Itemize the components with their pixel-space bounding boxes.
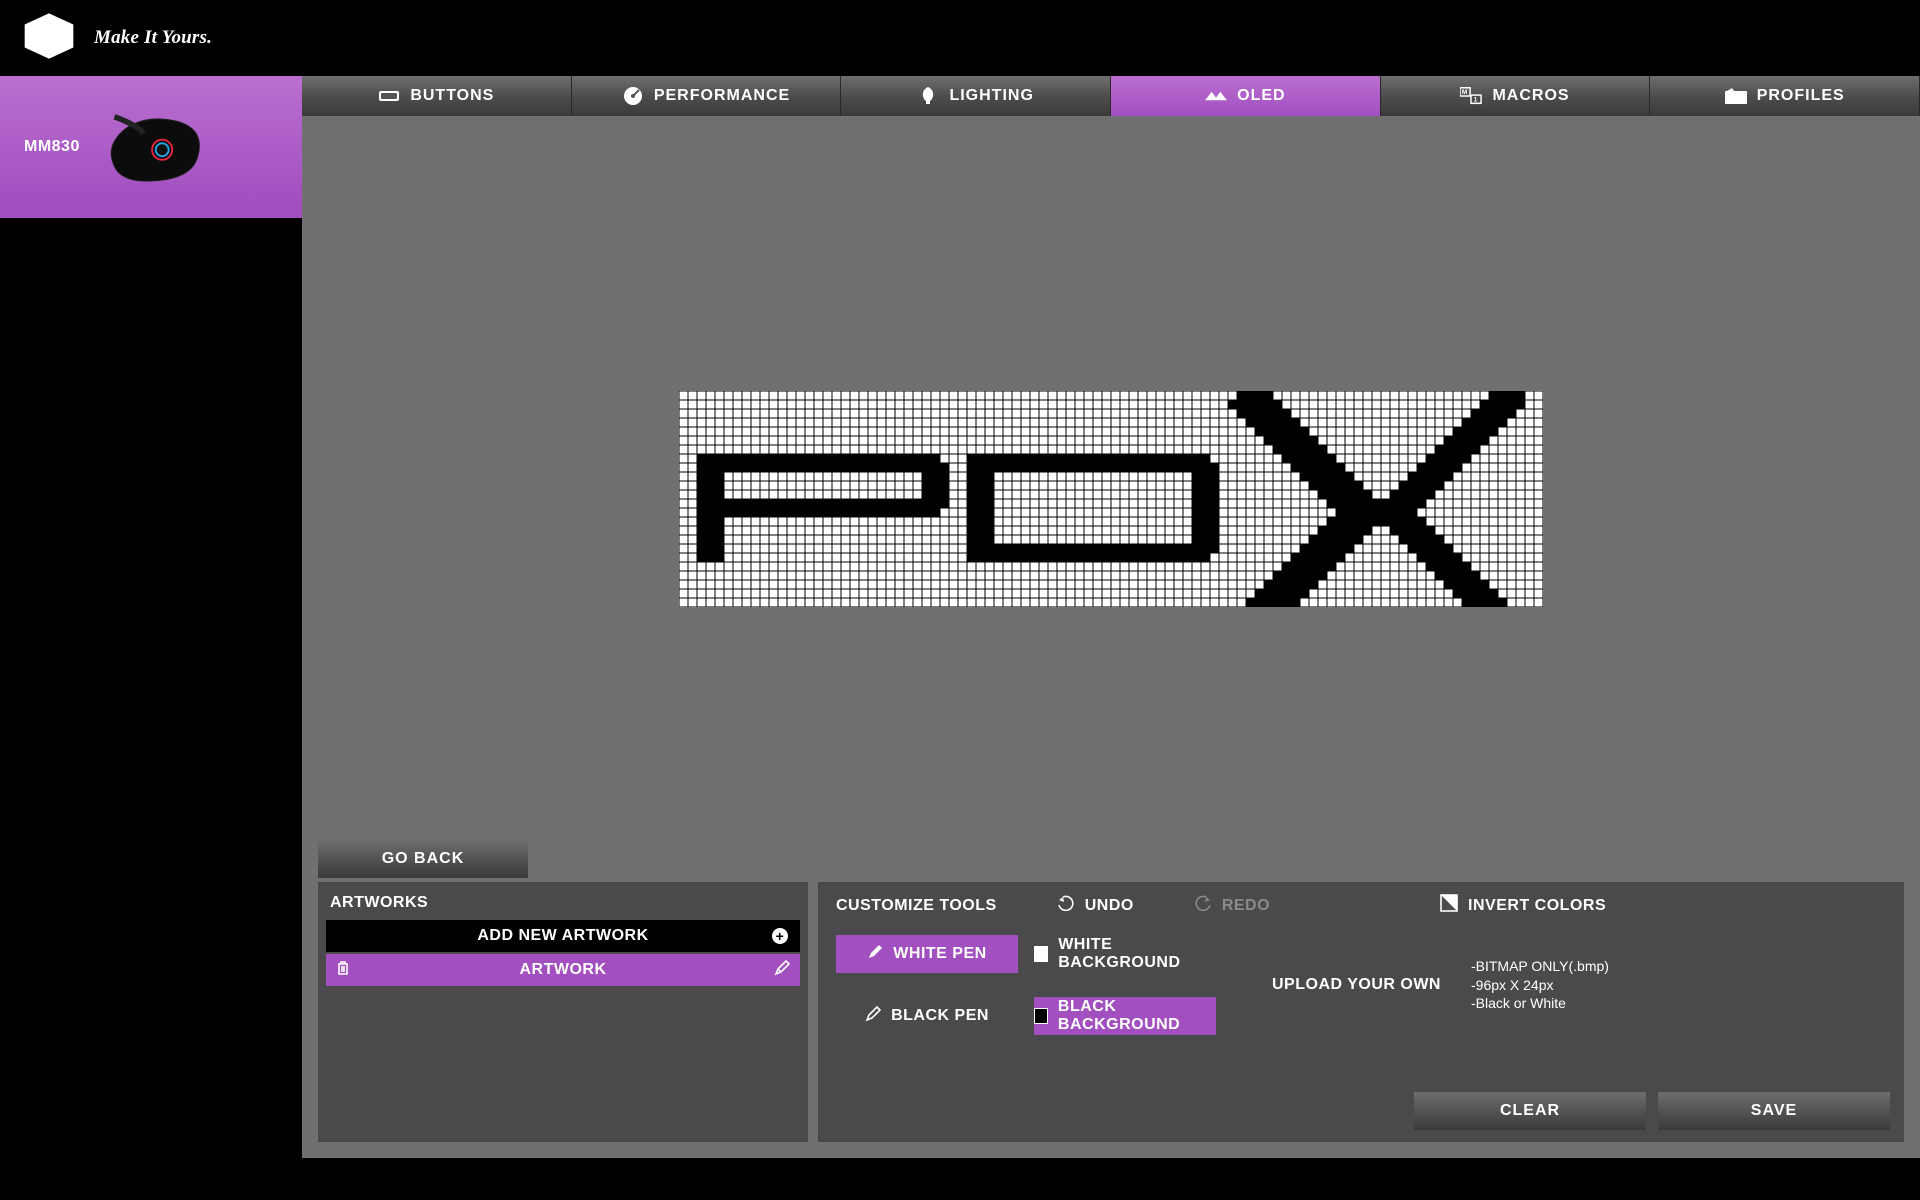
oled-canvas-area	[302, 116, 1920, 882]
tab-lighting[interactable]: LIGHTING	[841, 76, 1111, 116]
black-bg-label: BLACK BACKGROUND	[1058, 998, 1216, 1034]
customize-tools-panel: CUSTOMIZE TOOLS UNDO REDO INVERT COLORS	[818, 882, 1904, 1142]
artworks-heading: ARTWORKS	[324, 890, 802, 920]
svg-text:1: 1	[1474, 97, 1478, 104]
artwork-item[interactable]: ARTWORK	[326, 954, 800, 986]
add-new-artwork-button[interactable]: ADD NEW ARTWORK +	[326, 920, 800, 952]
upload-note: 96px X 24px	[1471, 976, 1609, 995]
tab-label: PROFILES	[1757, 87, 1845, 105]
device-card[interactable]: MM830	[0, 76, 302, 218]
oled-tab-icon	[1205, 86, 1227, 106]
tab-buttons[interactable]: BUTTONS	[302, 76, 572, 116]
lighting-tab-icon	[917, 86, 939, 106]
svg-text:COOLER: COOLER	[24, 26, 68, 37]
svg-text:M: M	[1462, 89, 1468, 96]
black-pen-label: BLACK PEN	[891, 1007, 989, 1025]
pencil-icon[interactable]	[774, 960, 790, 981]
pen-icon	[867, 944, 883, 965]
tab-oled[interactable]: OLED	[1111, 76, 1381, 116]
profiles-tab-icon	[1725, 86, 1747, 106]
tab-label: LIGHTING	[949, 87, 1033, 105]
add-new-artwork-label: ADD NEW ARTWORK	[477, 927, 648, 945]
white-pen-label: WHITE PEN	[893, 945, 986, 963]
oled-pixel-canvas[interactable]	[679, 391, 1543, 607]
buttons-tab-icon	[378, 86, 400, 106]
tab-label: MACROS	[1492, 87, 1569, 105]
save-button[interactable]: SAVE	[1658, 1092, 1890, 1130]
upload-note: BITMAP ONLY(.bmp)	[1471, 957, 1609, 976]
go-back-button[interactable]: GO BACK	[318, 840, 528, 878]
invert-icon	[1440, 894, 1458, 917]
tab-label: BUTTONS	[410, 87, 494, 105]
undo-label: UNDO	[1085, 897, 1134, 915]
artwork-item-label: ARTWORK	[519, 961, 606, 979]
brand-bar: COOLER MASTER Make It Yours.	[0, 0, 1920, 76]
undo-icon	[1057, 895, 1075, 916]
brand-tagline: Make It Yours.	[94, 27, 212, 49]
tab-strip: BUTTONS PERFORMANCE LIGHTING OLED M1 MAC…	[302, 76, 1920, 116]
svg-text:MASTER: MASTER	[24, 38, 67, 49]
device-name: MM830	[24, 138, 80, 156]
upload-note: Black or White	[1471, 994, 1609, 1013]
white-pen-button[interactable]: WHITE PEN	[836, 935, 1018, 973]
pen-icon	[865, 1006, 881, 1027]
macros-tab-icon: M1	[1460, 86, 1482, 106]
performance-tab-icon	[622, 86, 644, 106]
tab-macros[interactable]: M1 MACROS	[1381, 76, 1651, 116]
plus-icon: +	[772, 928, 788, 944]
mouse-image-icon	[98, 102, 208, 192]
invert-colors-button[interactable]: INVERT COLORS	[1440, 894, 1606, 917]
white-swatch-icon	[1034, 946, 1048, 962]
tab-profiles[interactable]: PROFILES	[1650, 76, 1920, 116]
redo-button: REDO	[1194, 895, 1270, 916]
black-background-button[interactable]: BLACK BACKGROUND	[1034, 997, 1216, 1035]
invert-label: INVERT COLORS	[1468, 897, 1606, 915]
tab-label: OLED	[1237, 87, 1285, 105]
customize-tools-heading: CUSTOMIZE TOOLS	[836, 897, 997, 915]
redo-label: REDO	[1222, 897, 1270, 915]
black-pen-button[interactable]: BLACK PEN	[836, 997, 1018, 1035]
tab-label: PERFORMANCE	[654, 87, 790, 105]
redo-icon	[1194, 895, 1212, 916]
trash-icon[interactable]	[336, 960, 350, 981]
black-swatch-icon	[1034, 1008, 1048, 1024]
upload-your-own-label[interactable]: UPLOAD YOUR OWN	[1272, 976, 1441, 994]
white-bg-label: WHITE BACKGROUND	[1058, 936, 1216, 972]
undo-button[interactable]: UNDO	[1057, 895, 1134, 916]
device-sidebar: MM830	[0, 76, 302, 1158]
footer-strip	[0, 1158, 1920, 1200]
artworks-panel: ARTWORKS ADD NEW ARTWORK + ARTWORK	[318, 882, 808, 1142]
cooler-master-logo-icon: COOLER MASTER	[22, 13, 76, 64]
tab-performance[interactable]: PERFORMANCE	[572, 76, 842, 116]
clear-button[interactable]: CLEAR	[1414, 1092, 1646, 1130]
white-background-button[interactable]: WHITE BACKGROUND	[1034, 935, 1216, 973]
upload-notes: BITMAP ONLY(.bmp) 96px X 24px Black or W…	[1471, 957, 1609, 1014]
